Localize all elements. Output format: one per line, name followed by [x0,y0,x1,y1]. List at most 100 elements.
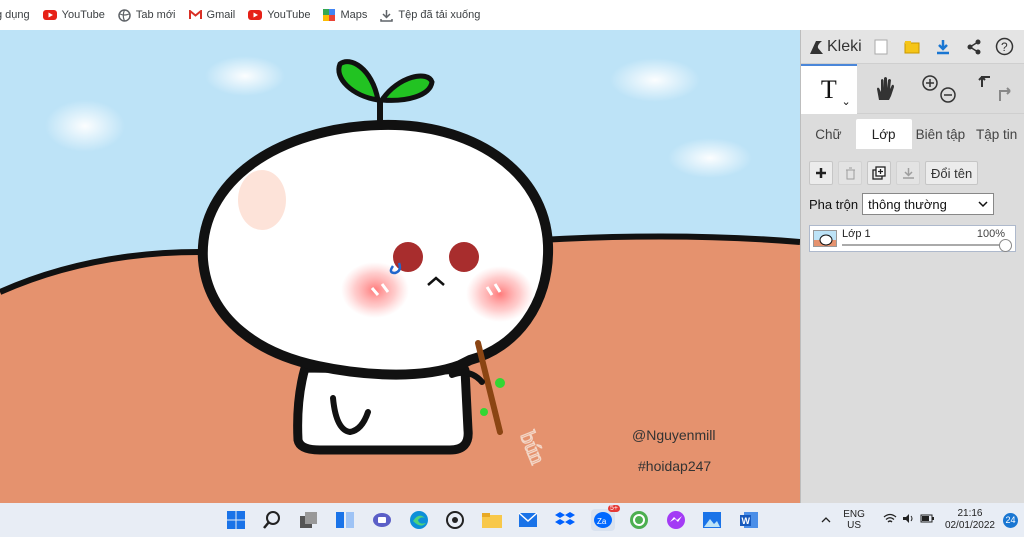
tab-label: Lớp [871,126,896,142]
lang-line1: ENG [843,509,865,520]
gmail-icon [188,10,202,20]
tab-text[interactable]: Chữ [801,119,856,149]
hand-icon [876,77,894,100]
watermark-tag: #hoidap247 [638,458,711,474]
character-head [197,119,554,380]
svg-text:Za: Za [597,517,607,526]
history-tools [968,64,1024,114]
redo-icon[interactable] [999,87,1011,101]
search-icon[interactable] [260,509,284,531]
greenshot-icon[interactable] [627,509,651,531]
layer-item[interactable]: Lớp 1 100% [809,225,1016,252]
duplicate-layer-button[interactable] [867,161,891,185]
svg-text:?: ? [1001,40,1008,54]
word-icon[interactable]: W [737,509,761,531]
clock[interactable]: 21:16 02/01/2022 [945,508,995,532]
system-tray: ENG US 21:16 02/01/2022 24 [821,503,1024,537]
notification-badge[interactable]: 24 [1003,512,1018,528]
steam-icon[interactable] [443,509,467,531]
tab-layers[interactable]: Lớp [855,119,912,149]
language-indicator[interactable]: ENG US [843,509,865,531]
panel-tabs: Chữ Lớp Biên tập Tập tin [801,117,1024,151]
volume-icon[interactable] [902,513,915,527]
zoom-icons [922,75,957,103]
cloud [610,58,700,102]
bookmark-label: Maps [340,9,368,21]
tab-label: Tập tin [975,126,1018,142]
eye-left [393,242,423,272]
maps-icon [323,9,336,21]
blend-label: Pha trộn [809,196,859,212]
task-view-icon[interactable] [297,509,321,531]
bookmark-youtube-2[interactable]: YouTube [248,9,310,21]
date: 02/01/2022 [944,520,995,531]
bookmark-gmail[interactable]: Gmail [188,9,236,21]
layer-opacity-slider[interactable] [842,244,1003,246]
cloud [205,56,285,96]
tab-edit[interactable]: Biên tập [912,119,970,149]
chevron-down-icon [978,200,988,207]
help-icon[interactable]: ? [993,35,1016,58]
edge-icon[interactable] [407,509,431,531]
tab-file[interactable]: Tập tin [969,119,1024,149]
drawing-canvas[interactable]: @Nguyenmill #hoidap247 bún [0,30,800,503]
kleki-logo[interactable]: Kleki [807,38,862,56]
bookmark-label: Tệp đã tải xuống [398,9,481,21]
kleki-panel: Kleki ? T ⌄ Chữ Lớp Biên tập Tập tin Đổi… [800,30,1024,503]
stick-leaf [480,408,488,416]
new-file-icon[interactable] [870,35,893,58]
share-icon[interactable] [962,35,985,58]
bookmark-downloads[interactable]: Tệp đã tải xuống [380,9,480,22]
dropbox-icon[interactable] [553,509,577,531]
bookmarks-bar: g dụng YouTube Tab mới Gmail YouTube Map… [0,0,1024,30]
layer-opacity-handle[interactable] [999,239,1012,252]
add-layer-button[interactable] [809,161,833,185]
bookmark-youtube[interactable]: YouTube [42,9,105,21]
chevron-up-icon[interactable] [821,515,831,526]
bookmark-label: Tab mới [135,9,176,21]
download-icon[interactable] [931,35,954,58]
bookmark-label: Gmail [206,9,236,21]
undo-icon[interactable] [978,76,991,87]
layer-opacity: 100% [976,228,1005,240]
zoom-tools [913,64,969,114]
battery-icon[interactable] [920,513,935,527]
file-explorer-icon[interactable] [480,509,504,531]
text-tool[interactable]: T ⌄ [801,64,857,114]
watermark-user: @Nguyenmill [632,427,715,443]
messenger-icon[interactable] [664,509,688,531]
rename-layer-button[interactable]: Đổi tên [925,161,979,185]
cloud [668,138,752,178]
open-folder-icon[interactable] [901,35,924,58]
zalo-icon[interactable]: Za 5+ [591,505,620,531]
bookmark-maps[interactable]: Maps [323,9,367,21]
lang-line2: US [847,520,862,531]
youtube-icon [42,10,57,20]
merge-down-button[interactable] [896,161,920,185]
widgets-icon[interactable] [333,509,357,531]
cloud [45,100,125,152]
zoom-in-icon[interactable] [922,75,939,91]
bookmark-apps[interactable]: g dụng [0,9,30,21]
blend-value: thông thường [868,196,947,212]
photos-icon[interactable] [700,509,724,531]
tab-label: Chữ [815,126,842,142]
start-icon[interactable] [224,509,248,531]
teams-chat-icon[interactable] [370,509,394,531]
blush-right [466,266,534,322]
wifi-icon[interactable] [883,513,897,527]
delete-layer-button[interactable] [838,161,862,185]
hand-tool[interactable] [857,64,913,114]
chevron-down-icon: ⌄ [841,96,851,108]
mail-icon[interactable] [516,509,540,531]
zoom-out-icon[interactable] [940,87,957,103]
blend-mode-select[interactable]: thông thường [862,193,995,215]
bookmark-label: YouTube [61,9,105,21]
bookmark-new-tab[interactable]: Tab mới [118,8,176,22]
blend-row: Pha trộn thông thường [801,185,1024,215]
download-icon [380,9,394,22]
layer-toolbar: Đổi tên [801,151,1024,185]
logo-text: Kleki [827,37,862,55]
taskbar: Za 5+ W ENG US 21:16 02/01/2022 24 [0,503,1024,537]
merge-down-icon [902,167,914,179]
